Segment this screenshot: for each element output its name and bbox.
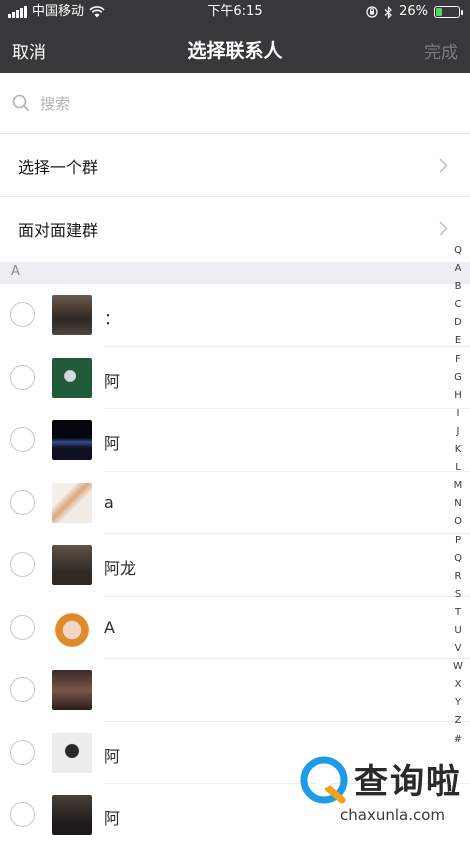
- status-right: 26%: [366, 0, 463, 24]
- contact-name: a: [104, 492, 114, 512]
- alphabet-index[interactable]: Q A B C D E F G H I J K L M N O P Q R S T U V W X Y Z #: [448, 242, 468, 749]
- index-letter-2[interactable]: B: [448, 278, 468, 296]
- search-placeholder: 搜索: [40, 95, 71, 113]
- section-header-letter: A: [11, 264, 20, 279]
- select-group-label: 选择一个群: [18, 158, 99, 177]
- avatar: [52, 482, 92, 523]
- contact-row[interactable]: 阿: [0, 409, 470, 472]
- select-radio[interactable]: [10, 552, 35, 577]
- contact-name: 阿龙: [104, 559, 137, 578]
- avatar: [52, 420, 92, 460]
- avatar: [52, 670, 92, 710]
- rotation-lock-icon: [366, 6, 378, 18]
- select-radio[interactable]: [10, 302, 35, 327]
- index-letter-5[interactable]: E: [448, 332, 468, 350]
- watermark-url: chaxunla.com: [340, 806, 445, 824]
- index-letter-26[interactable]: Z: [448, 712, 468, 730]
- select-radio[interactable]: [10, 739, 35, 765]
- contact-row[interactable]: A: [0, 597, 470, 659]
- status-bar: 中国移动 下午6:15 26%: [0, 0, 470, 24]
- select-radio[interactable]: [10, 677, 35, 702]
- index-letter-1[interactable]: A: [448, 260, 468, 278]
- index-letter-12[interactable]: L: [448, 459, 468, 477]
- contact-row[interactable]: a: [0, 472, 470, 534]
- index-letter-15[interactable]: O: [448, 513, 468, 531]
- index-letter-27[interactable]: #: [448, 731, 468, 749]
- avatar: [52, 357, 92, 398]
- watermark-logo-icon: [300, 756, 348, 804]
- index-letter-7[interactable]: G: [448, 369, 468, 387]
- contact-name: 阿: [104, 434, 121, 453]
- contact-name: 阿: [104, 371, 121, 391]
- face-to-face-group-row[interactable]: 面对面建群: [0, 197, 470, 260]
- index-letter-13[interactable]: M: [448, 477, 468, 495]
- index-letter-17[interactable]: Q: [448, 550, 468, 568]
- index-letter-16[interactable]: P: [448, 532, 468, 550]
- avatar: [52, 732, 92, 773]
- contact-name: ：: [104, 309, 121, 328]
- index-letter-22[interactable]: V: [448, 640, 468, 658]
- index-letter-9[interactable]: I: [448, 405, 468, 423]
- contact-row[interactable]: 阿龙: [0, 534, 470, 597]
- select-radio[interactable]: [10, 427, 35, 452]
- battery-percent: 26%: [399, 4, 428, 19]
- index-letter-20[interactable]: T: [448, 604, 468, 622]
- select-radio[interactable]: [10, 489, 35, 515]
- contact-row[interactable]: ：: [0, 284, 470, 347]
- search-bar[interactable]: 搜索: [0, 73, 470, 134]
- chevron-right-icon: [439, 221, 448, 236]
- index-letter-4[interactable]: D: [448, 314, 468, 332]
- contact-name: 阿: [104, 809, 121, 828]
- index-letter-21[interactable]: U: [448, 622, 468, 640]
- index-letter-23[interactable]: W: [448, 658, 468, 676]
- avatar: [52, 607, 92, 648]
- page-title: 选择联系人: [187, 40, 283, 62]
- contact-name: 阿: [104, 746, 121, 766]
- select-group-row[interactable]: 选择一个群: [0, 134, 470, 197]
- index-letter-14[interactable]: N: [448, 495, 468, 513]
- index-letter-11[interactable]: K: [448, 441, 468, 459]
- navigation-bar: 取消 选择联系人 完成: [0, 24, 470, 73]
- watermark: 查询啦 chaxunla.com: [298, 752, 468, 830]
- index-letter-25[interactable]: Y: [448, 694, 468, 712]
- contact-row[interactable]: [0, 659, 470, 722]
- bluetooth-icon: [384, 5, 392, 19]
- index-letter-6[interactable]: F: [448, 351, 468, 369]
- avatar: [52, 545, 92, 585]
- battery-fill: [436, 8, 442, 16]
- select-radio[interactable]: [10, 614, 35, 640]
- battery-icon: [434, 6, 463, 18]
- section-header: A: [0, 262, 470, 284]
- avatar: [52, 795, 92, 835]
- index-letter-18[interactable]: R: [448, 568, 468, 586]
- search-icon: [12, 94, 30, 112]
- select-radio[interactable]: [10, 802, 35, 827]
- index-letter-19[interactable]: S: [448, 586, 468, 604]
- avatar: [52, 295, 92, 335]
- index-letter-8[interactable]: H: [448, 387, 468, 405]
- watermark-title: 查询啦: [354, 762, 462, 802]
- select-radio[interactable]: [10, 364, 35, 390]
- face-to-face-group-label: 面对面建群: [18, 221, 99, 240]
- contact-name: A: [104, 617, 115, 637]
- top-bar: 中国移动 下午6:15 26% 取消 选择联系人 完成: [0, 0, 470, 73]
- index-letter-0[interactable]: Q: [448, 242, 468, 260]
- done-button[interactable]: 完成: [424, 38, 458, 63]
- contact-row[interactable]: 阿: [0, 347, 470, 409]
- chevron-right-icon: [439, 158, 448, 173]
- index-letter-24[interactable]: X: [448, 676, 468, 694]
- index-letter-3[interactable]: C: [448, 296, 468, 314]
- index-letter-10[interactable]: J: [448, 423, 468, 441]
